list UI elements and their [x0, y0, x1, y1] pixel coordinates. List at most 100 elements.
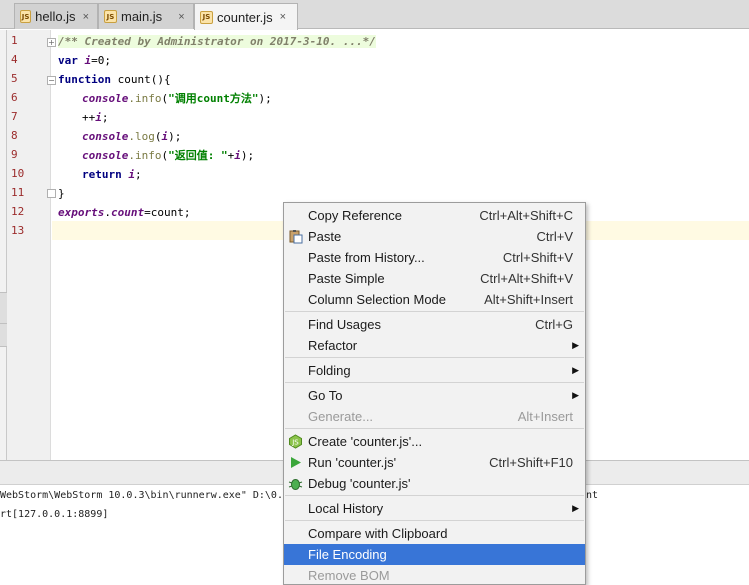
code-line: exports.count=count;: [58, 203, 190, 222]
panel-divider: [0, 323, 7, 324]
line-number: 9: [11, 148, 18, 161]
console-output-line: rt[127.0.0.1:8899]: [0, 509, 109, 520]
menu-item-create-config[interactable]: JS Create 'counter.js'...: [284, 431, 585, 452]
tab-main-js[interactable]: JS main.js ×: [98, 3, 194, 29]
menu-item-compare-with-clipboard[interactable]: Compare with Clipboard: [284, 523, 585, 544]
identifier: i: [128, 168, 135, 181]
menu-item-remove-bom[interactable]: Remove BOM: [284, 565, 585, 585]
identifier: i: [95, 111, 102, 124]
tab-label: hello.js: [35, 9, 76, 24]
menu-item-label: Refactor: [308, 338, 358, 353]
menu-item-label: Go To: [308, 388, 343, 403]
menu-item-local-history[interactable]: Local History ▶: [284, 498, 585, 519]
menu-item-go-to[interactable]: Go To ▶: [284, 385, 585, 406]
line-number: 6: [11, 91, 18, 104]
code-text: ;: [101, 111, 109, 124]
tab-label: main.js: [121, 9, 163, 24]
code-line: return i;: [82, 165, 142, 184]
menu-item-file-encoding[interactable]: File Encoding: [284, 544, 585, 565]
close-icon[interactable]: ×: [178, 11, 184, 23]
folded-comment[interactable]: /** Created by Administrator on 2017-3-1…: [58, 35, 376, 48]
editor-tab-bar: JS hello.js × JS main.js × JS counter.js…: [0, 0, 749, 30]
console-output-line: WebStorm\WebStorm 10.0.3\bin\runnerw.exe…: [0, 490, 289, 501]
string-literal: "返回值: ": [168, 149, 228, 162]
menu-item-refactor[interactable]: Refactor ▶: [284, 335, 585, 356]
menu-item-label: Compare with Clipboard: [308, 526, 448, 541]
menu-item-generate[interactable]: Generate... Alt+Insert: [284, 406, 585, 427]
menu-item-shortcut: Ctrl+Shift+F10: [489, 455, 573, 470]
menu-item-shortcut: Alt+Shift+Insert: [484, 292, 573, 307]
menu-item-run[interactable]: Run 'counter.js' Ctrl+Shift+F10: [284, 452, 585, 473]
code-text: =0;: [91, 54, 111, 67]
tab-counter-js[interactable]: JS counter.js ×: [194, 3, 298, 30]
menu-item-label: Paste Simple: [308, 271, 385, 286]
menu-item-paste[interactable]: Paste Ctrl+V: [284, 226, 585, 247]
code-text: );: [168, 130, 182, 143]
run-icon: [291, 457, 301, 468]
editor-context-menu: Copy Reference Ctrl+Alt+Shift+C Paste Ct…: [283, 202, 586, 585]
code-line: console.log(i);: [82, 127, 181, 146]
menu-separator: [285, 495, 584, 496]
menu-separator: [285, 520, 584, 521]
menu-item-paste-from-history[interactable]: Paste from History... Ctrl+Shift+V: [284, 247, 585, 268]
menu-item-folding[interactable]: Folding ▶: [284, 360, 585, 381]
menu-item-shortcut: Ctrl+Alt+Shift+V: [480, 271, 573, 286]
line-number: 13: [11, 224, 25, 237]
menu-item-paste-simple[interactable]: Paste Simple Ctrl+Alt+Shift+V: [284, 268, 585, 289]
menu-item-find-usages[interactable]: Find Usages Ctrl+G: [284, 314, 585, 335]
menu-item-label: Create 'counter.js'...: [308, 434, 423, 449]
identifier: i: [234, 149, 241, 162]
method: .info: [128, 92, 162, 105]
paste-icon: [289, 230, 303, 244]
identifier: exports: [58, 206, 105, 219]
panel-marker: [0, 292, 7, 347]
menu-item-label: Find Usages: [308, 317, 381, 332]
tab-hello-js[interactable]: JS hello.js ×: [14, 3, 98, 29]
menu-item-label: File Encoding: [308, 547, 387, 562]
menu-item-copy-reference[interactable]: Copy Reference Ctrl+Alt+Shift+C: [284, 205, 585, 226]
menu-item-label: Debug 'counter.js': [308, 476, 411, 491]
code-text: .: [104, 206, 111, 219]
line-number: 1: [11, 34, 18, 47]
identifier: count: [110, 206, 145, 219]
menu-item-shortcut: Ctrl+V: [536, 229, 573, 244]
menu-item-column-selection-mode[interactable]: Column Selection Mode Alt+Shift+Insert: [284, 289, 585, 310]
code-line: var i=0;: [58, 51, 111, 70]
line-number: 4: [11, 53, 18, 66]
code-line: console.info("调用count方法");: [82, 89, 272, 108]
line-number: 5: [11, 72, 18, 85]
js-file-icon: JS: [200, 10, 213, 24]
close-icon[interactable]: ×: [83, 11, 89, 23]
menu-item-debug[interactable]: Debug 'counter.js': [284, 473, 585, 494]
identifier: console: [82, 149, 129, 162]
keyword: return: [82, 168, 129, 181]
code-text: }: [58, 187, 65, 200]
menu-item-label: Local History: [308, 501, 384, 516]
code-line: ++i;: [82, 108, 109, 127]
menu-item-shortcut: Ctrl+Alt+Shift+C: [479, 208, 573, 223]
code-text: );: [258, 92, 272, 105]
js-file-icon: JS: [20, 10, 32, 23]
js-file-icon: JS: [104, 10, 117, 23]
menu-item-label: Run 'counter.js': [308, 455, 397, 470]
menu-item-shortcut: Alt+Insert: [517, 409, 573, 424]
code-text: );: [240, 149, 255, 162]
debug-icon: [288, 479, 303, 490]
close-icon[interactable]: ×: [280, 11, 286, 23]
code-line: }: [58, 184, 65, 203]
submenu-arrow-icon: ▶: [572, 503, 579, 513]
menu-separator: [285, 428, 584, 429]
svg-text:JS: JS: [291, 439, 299, 447]
method: .info: [128, 149, 162, 162]
line-number: 11: [11, 186, 25, 199]
submenu-arrow-icon: ▶: [572, 390, 579, 400]
line-number: 10: [11, 167, 25, 180]
line-number: 8: [11, 129, 18, 142]
code-line: function count(){: [58, 70, 171, 89]
menu-item-label: Copy Reference: [308, 208, 402, 223]
code-line: /** Created by Administrator on 2017-3-1…: [58, 32, 376, 51]
identifier: console: [82, 130, 129, 143]
line-number: 7: [11, 110, 18, 123]
tab-label: counter.js: [217, 9, 273, 25]
menu-item-shortcut: Ctrl+G: [535, 317, 573, 332]
